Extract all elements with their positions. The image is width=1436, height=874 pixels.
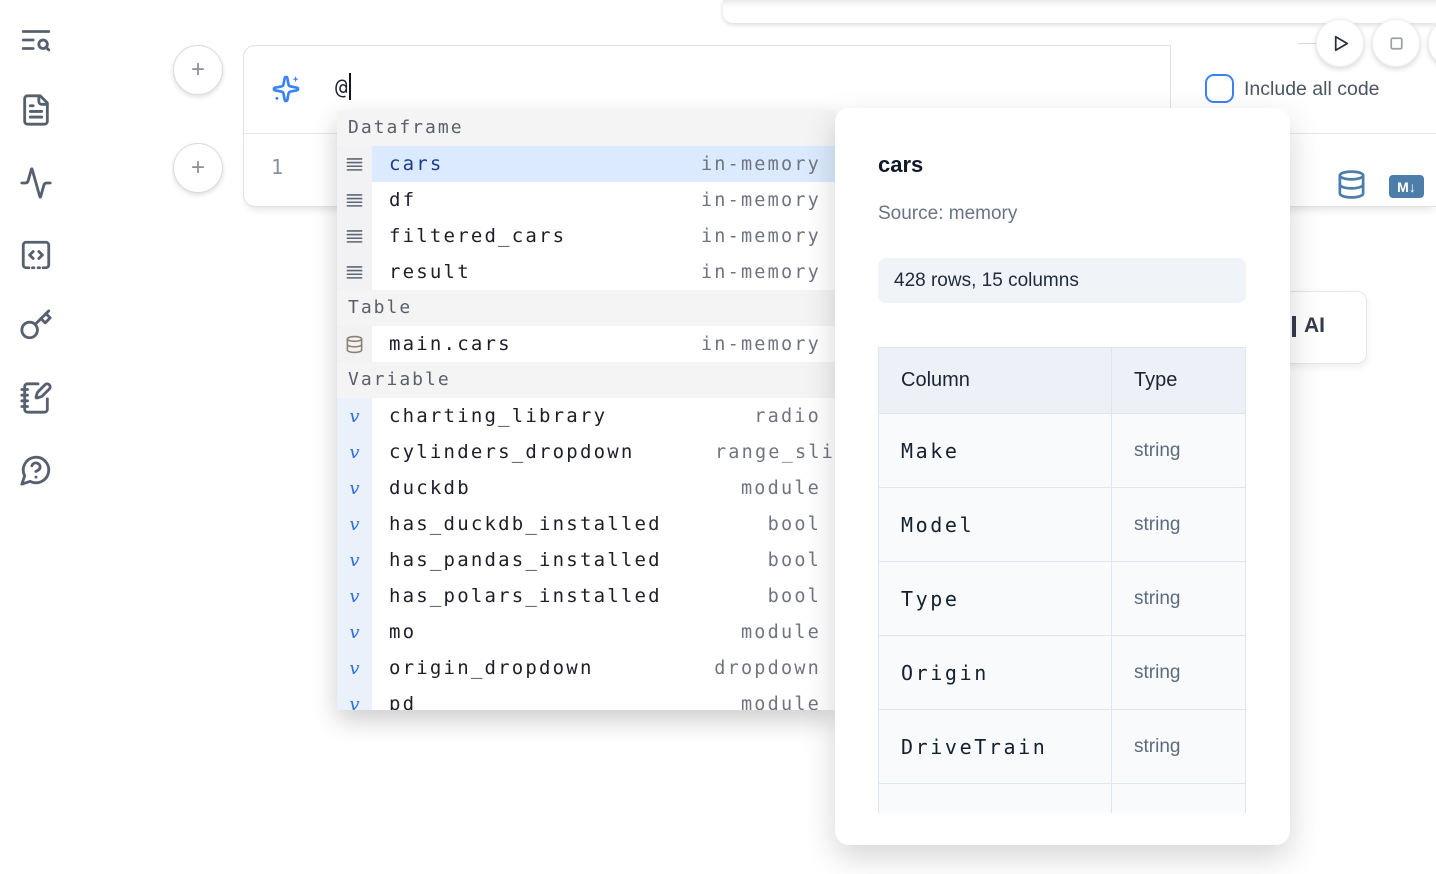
autocomplete-item-origin-dropdown[interactable]: v origin_dropdown dropdown [337, 650, 835, 686]
variable-icon: v [337, 578, 372, 614]
sidebar [0, 0, 70, 874]
text-search-icon[interactable] [19, 23, 53, 57]
plus-icon: + [191, 56, 205, 84]
ai-button-label: AI [1304, 314, 1325, 338]
variable-icon: v [337, 542, 372, 578]
preview-shape-badge: 428 rows, 15 columns [878, 258, 1246, 303]
stop-icon [1385, 32, 1408, 55]
schema-row: Make string [879, 413, 1245, 487]
variable-icon: v [337, 650, 372, 686]
activity-icon[interactable] [19, 166, 53, 200]
schema-row: Origin string [879, 635, 1245, 709]
markdown-icon[interactable]: M↓ [1389, 175, 1424, 198]
scratchpad-icon[interactable] [19, 381, 53, 415]
autocomplete-item-charting-library[interactable]: v charting_library radio [337, 398, 835, 434]
add-cell-above-button[interactable]: + [173, 45, 223, 95]
rows-icon [337, 182, 372, 218]
autocomplete-item-has-polars-installed[interactable]: v has_polars_installed bool [337, 578, 835, 614]
sparkles-icon [270, 73, 302, 105]
include-all-code-checkbox[interactable] [1205, 74, 1234, 103]
run-cell-button[interactable] [1316, 19, 1364, 67]
play-icon [1329, 32, 1352, 55]
ai-prompt-input[interactable]: @ [335, 73, 351, 100]
autocomplete-item-cylinders-dropdown[interactable]: v cylinders_dropdown range_sli [337, 434, 835, 470]
plus-icon: + [191, 154, 205, 182]
section-header-dataframe: Dataframe [337, 110, 835, 146]
key-icon[interactable] [19, 308, 53, 342]
rows-icon [337, 254, 372, 290]
clipped-letter [1292, 316, 1296, 337]
variable-icon: v [337, 398, 372, 434]
autocomplete-item-duckdb[interactable]: v duckdb module [337, 470, 835, 506]
stop-button[interactable] [1372, 19, 1420, 67]
add-cell-below-button[interactable]: + [173, 143, 223, 193]
autocomplete-item-has-duckdb-installed[interactable]: v has_duckdb_installed bool [337, 506, 835, 542]
column-header: Column [901, 369, 970, 392]
autocomplete-item-pd[interactable]: v pd module [337, 686, 835, 710]
text-cursor [349, 73, 351, 100]
previous-cell-edge [723, 0, 1436, 23]
autocomplete-item-cars[interactable]: cars in-memory [337, 146, 835, 182]
notebook-page: + + @ Include all code 1 M↓ AI Dataframe [0, 0, 1436, 874]
dataframe-preview-panel: cars Source: memory 428 rows, 15 columns… [835, 108, 1290, 845]
autocomplete-item-result[interactable]: result in-memory [337, 254, 835, 290]
file-text-icon[interactable] [19, 93, 53, 127]
schema-header-row: Column Type [879, 348, 1245, 413]
autocomplete-item-main-cars[interactable]: main.cars in-memory [337, 326, 835, 362]
database-icon[interactable] [1336, 169, 1367, 200]
help-icon[interactable] [19, 453, 53, 487]
autocomplete-dropdown: Dataframe cars in-memory df in-memory fi… [337, 110, 835, 710]
variable-icon: v [337, 686, 372, 710]
rows-icon [337, 218, 372, 254]
variable-icon: v [337, 506, 372, 542]
type-header: Type [1134, 369, 1177, 392]
autocomplete-item-filtered-cars[interactable]: filtered_cars in-memory [337, 218, 835, 254]
section-header-table: Table [337, 290, 835, 326]
schema-table: Column Type Make string Model string Typ… [878, 347, 1246, 813]
variable-icon: v [337, 470, 372, 506]
schema-row: Model string [879, 487, 1245, 561]
line-number: 1 [271, 155, 283, 179]
autocomplete-item-has-pandas-installed[interactable]: v has_pandas_installed bool [337, 542, 835, 578]
database-icon [337, 326, 372, 362]
include-all-code-label: Include all code [1244, 78, 1380, 101]
autocomplete-item-df[interactable]: df in-memory [337, 182, 835, 218]
variable-icon: v [337, 614, 372, 650]
snippets-code-icon[interactable] [19, 238, 53, 272]
autocomplete-item-mo[interactable]: v mo module [337, 614, 835, 650]
rows-icon [337, 146, 372, 182]
variable-icon: v [337, 434, 372, 470]
schema-row: Type string [879, 561, 1245, 635]
preview-title: cars [878, 152, 923, 178]
schema-row-partial [879, 783, 1245, 813]
section-header-variable: Variable [337, 362, 835, 398]
schema-row: DriveTrain string [879, 709, 1245, 783]
preview-source: Source: memory [878, 203, 1017, 225]
